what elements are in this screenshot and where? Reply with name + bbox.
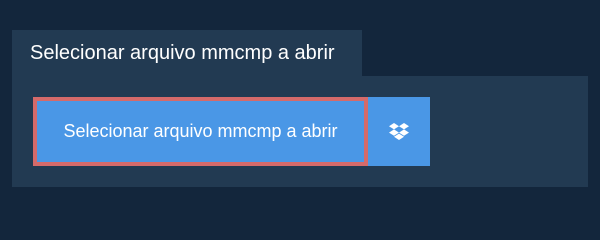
select-file-button-label: Selecionar arquivo mmcmp a abrir — [63, 121, 338, 141]
select-file-button[interactable]: Selecionar arquivo mmcmp a abrir — [33, 97, 368, 166]
dropbox-icon — [389, 122, 409, 141]
file-select-tab: Selecionar arquivo mmcmp a abrir — [12, 30, 362, 76]
tab-label: Selecionar arquivo mmcmp a abrir — [30, 42, 335, 64]
dropbox-button[interactable] — [368, 97, 430, 166]
